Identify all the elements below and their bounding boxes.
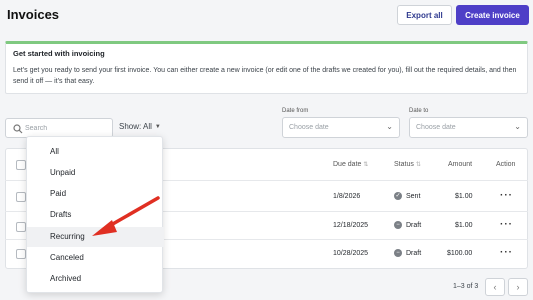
dropdown-item-canceled[interactable]: Canceled xyxy=(27,248,164,268)
row-status: − Draft xyxy=(394,221,421,229)
pagination-count: 1–3 of 3 xyxy=(453,283,479,290)
status-text: Draft xyxy=(406,249,422,257)
create-invoice-button[interactable]: Create invoice xyxy=(456,5,529,25)
show-filter-toggle[interactable]: Show: All ▼ xyxy=(119,122,161,131)
row-due-date: 12/18/2025 xyxy=(333,222,369,229)
dropdown-item-recurring[interactable]: Recurring xyxy=(27,227,164,247)
search-input[interactable] xyxy=(25,121,110,136)
date-to-select[interactable]: Choose date ⌄ xyxy=(409,117,528,138)
draft-status-icon: − xyxy=(394,221,402,229)
due-date-header-label: Due date xyxy=(333,161,362,168)
column-header-action: Action xyxy=(496,161,516,168)
row-due-date: 10/28/2025 xyxy=(333,250,369,257)
show-filter-label: Show: All xyxy=(119,122,152,131)
dropdown-item-paid[interactable]: Paid xyxy=(27,184,164,204)
chevron-right-icon: › xyxy=(516,282,520,292)
sort-icon: ⇅ xyxy=(363,162,369,168)
get-started-banner: Get started with invoicing Let’s get you… xyxy=(5,41,528,94)
more-actions-icon[interactable]: ··· xyxy=(500,190,513,201)
search-icon xyxy=(13,124,23,134)
show-filter-dropdown: All Unpaid Paid Drafts Recurring Cancele… xyxy=(26,136,164,293)
sent-status-icon: ✓ xyxy=(394,192,402,200)
more-actions-icon[interactable]: ··· xyxy=(500,247,513,258)
export-all-button[interactable]: Export all xyxy=(397,5,452,25)
sort-icon: ⇅ xyxy=(415,162,421,168)
caret-down-icon: ▼ xyxy=(154,123,161,130)
row-status: ✓ Sent xyxy=(394,192,420,200)
row-due-date: 1/8/2026 xyxy=(333,193,361,200)
page-header: Invoices Export all Create invoice xyxy=(0,0,533,33)
chevron-down-icon: ⌄ xyxy=(514,122,521,131)
row-status: − Draft xyxy=(394,249,421,257)
dropdown-item-drafts[interactable]: Drafts xyxy=(27,205,164,225)
date-from-label: Date from xyxy=(282,108,309,114)
date-to-placeholder: Choose date xyxy=(416,124,456,131)
row-checkbox[interactable] xyxy=(16,222,26,232)
date-from-placeholder: Choose date xyxy=(289,124,329,131)
status-header-label: Status xyxy=(394,161,414,168)
row-amount: $1.00 xyxy=(455,193,473,200)
previous-page-button[interactable]: ‹ xyxy=(485,278,505,296)
column-header-due-date[interactable]: Due date ⇅ xyxy=(333,161,368,168)
more-actions-icon[interactable]: ··· xyxy=(500,219,513,230)
dropdown-item-all[interactable]: All xyxy=(27,142,164,162)
row-amount: $100.00 xyxy=(447,250,473,257)
chevron-left-icon: ‹ xyxy=(493,282,497,292)
row-amount: $1.00 xyxy=(455,222,473,229)
draft-status-icon: − xyxy=(394,249,402,257)
dropdown-item-archived[interactable]: Archived xyxy=(27,269,164,289)
next-page-button[interactable]: › xyxy=(508,278,528,296)
search-box[interactable] xyxy=(5,118,113,138)
status-text: Sent xyxy=(406,192,421,200)
date-from-select[interactable]: Choose date ⌄ xyxy=(282,117,400,138)
row-checkbox[interactable] xyxy=(16,192,26,202)
row-checkbox[interactable] xyxy=(16,249,26,259)
banner-text: Let’s get you ready to send your first i… xyxy=(13,67,517,85)
status-text: Draft xyxy=(406,221,422,229)
banner-title: Get started with invoicing xyxy=(13,49,105,58)
column-header-status[interactable]: Status ⇅ xyxy=(394,161,421,168)
date-to-label: Date to xyxy=(409,108,429,114)
column-header-amount: Amount xyxy=(448,161,473,168)
chevron-down-icon: ⌄ xyxy=(386,122,393,131)
select-all-checkbox[interactable] xyxy=(16,160,26,170)
page-title: Invoices xyxy=(7,7,60,22)
dropdown-item-unpaid[interactable]: Unpaid xyxy=(27,163,164,183)
